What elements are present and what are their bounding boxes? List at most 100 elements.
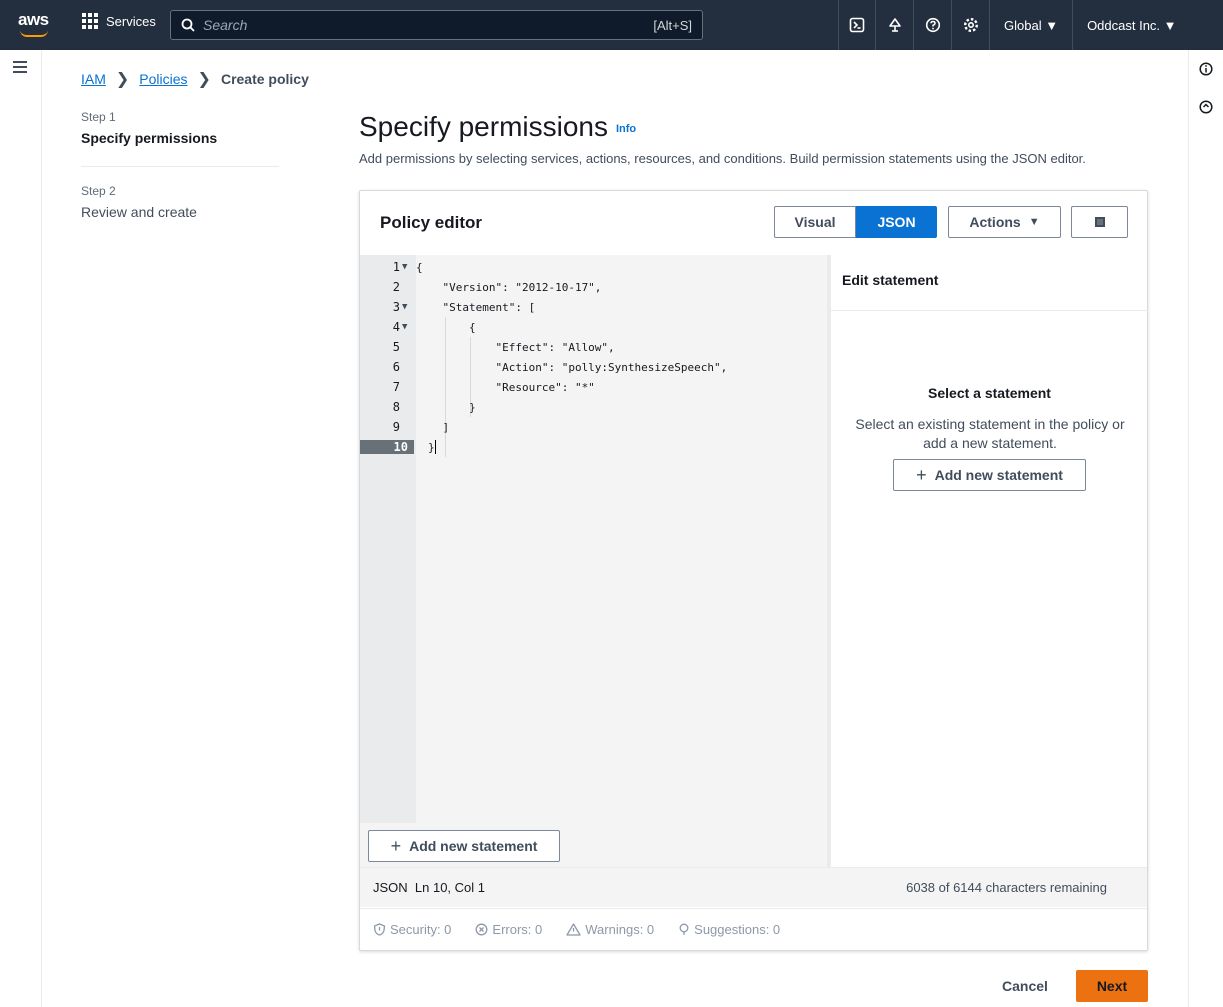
code-text: {	[416, 320, 476, 334]
text-cursor	[434, 440, 436, 454]
search-icon	[181, 18, 195, 32]
json-code-editor[interactable]: 1 ▼{2 "Version": "2012-10-17", 3 ▼ "Stateme…	[360, 255, 827, 867]
line-number: 5	[392, 340, 400, 354]
cancel-button[interactable]: Cancel	[990, 970, 1060, 1002]
line-number: 9	[392, 420, 400, 434]
select-statement-description: Select an existing statement in the poli…	[855, 416, 1125, 451]
fold-toggle-icon[interactable]: ▼	[402, 322, 414, 332]
add-statement-label: Add new statement	[409, 838, 538, 854]
policy-editor-title: Policy editor	[380, 213, 483, 232]
warning-icon	[566, 923, 581, 936]
cloudshell-button[interactable]	[838, 0, 876, 50]
top-navigation: aws Services Search [Alt+S] Global ▼ Odd…	[0, 0, 1223, 50]
add-statement-button[interactable]: + Add new statement	[368, 830, 560, 862]
settings-button[interactable]	[952, 0, 990, 50]
policy-editor-panel: Policy editor Visual JSON Actions ▼ 1 ▼{2…	[359, 190, 1148, 951]
breadcrumb-current: Create policy	[220, 71, 309, 87]
code-line[interactable]: 10}	[360, 437, 827, 457]
aws-logo[interactable]: aws	[18, 10, 52, 38]
line-number: 2	[392, 280, 400, 294]
line-number: 8	[392, 400, 400, 414]
code-line[interactable]: 8 }	[360, 397, 827, 417]
wizard-step-1: Step 1 Specify permissions	[81, 110, 217, 146]
code-text: "Version": "2012-10-17",	[416, 280, 602, 294]
breadcrumb-chevron-icon: ❯	[197, 71, 211, 88]
code-line[interactable]: 7 "Resource": "*"	[360, 377, 827, 397]
code-line[interactable]: 5 "Effect": "Allow",	[360, 337, 827, 357]
code-text: ]	[416, 420, 450, 434]
breadcrumb-policies[interactable]: Policies	[139, 71, 187, 87]
suggestion-findings[interactable]: Suggestions: 0	[678, 922, 780, 937]
page-description: Add permissions by selecting services, a…	[359, 151, 1086, 166]
line-number: 3	[392, 300, 400, 314]
step-divider	[81, 166, 279, 167]
bell-icon	[888, 18, 901, 32]
line-number: 6	[392, 360, 400, 374]
menu-icon[interactable]	[13, 61, 27, 76]
code-text: "Statement": [	[416, 300, 536, 314]
line-number: 7	[392, 380, 400, 394]
visual-mode-button[interactable]: Visual	[774, 206, 856, 238]
services-menu-button[interactable]: Services	[82, 13, 156, 29]
error-findings[interactable]: Errors: 0	[475, 922, 542, 937]
characters-remaining: 6038 of 6144 characters remaining	[906, 880, 1107, 895]
line-number: 1	[392, 260, 400, 274]
help-button[interactable]	[914, 0, 952, 50]
code-text: "Resource": "*"	[416, 380, 595, 394]
security-count: Security: 0	[390, 922, 452, 937]
info-panel-icon[interactable]	[1199, 62, 1213, 76]
code-line[interactable]: 2 "Version": "2012-10-17",	[360, 277, 827, 297]
fold-toggle-icon[interactable]: ▼	[402, 302, 414, 312]
json-mode-button[interactable]: JSON	[856, 206, 937, 238]
page-title: Specify permissions Info	[359, 111, 636, 143]
caret-down-icon: ▼	[1028, 216, 1040, 228]
fullscreen-button[interactable]	[1071, 206, 1128, 238]
fullscreen-icon	[1094, 217, 1105, 227]
feedback-icon[interactable]	[1199, 100, 1213, 114]
fold-toggle-icon[interactable]: ▼	[402, 262, 414, 272]
region-selector[interactable]: Global ▼	[990, 0, 1074, 50]
code-text: }	[428, 440, 435, 454]
code-text: {	[416, 260, 423, 274]
step-number: Step 2	[81, 184, 116, 198]
edit-statement-pane: Edit statement Select a statement Select…	[831, 255, 1148, 867]
warning-count: Warnings: 0	[585, 922, 655, 937]
step-number: Step 1	[81, 110, 116, 124]
code-text: }	[416, 400, 476, 414]
code-text: "Effect": "Allow",	[416, 340, 615, 354]
actions-label: Actions	[969, 214, 1021, 230]
shield-icon	[373, 923, 386, 936]
next-button[interactable]: Next	[1076, 970, 1148, 1002]
line-number: 4	[392, 320, 400, 334]
search-shortcut-hint: [Alt+S]	[653, 17, 692, 33]
editor-mode-toggle: Visual JSON	[774, 206, 937, 238]
aws-smile-icon	[20, 30, 48, 37]
actions-dropdown[interactable]: Actions ▼	[948, 206, 1061, 238]
help-panel-rail	[1188, 50, 1223, 1007]
editor-status-bar: JSON Ln 10, Col 1 6038 of 6144 character…	[360, 867, 1147, 907]
code-line[interactable]: 1 ▼{	[360, 257, 827, 277]
code-line[interactable]: 3 ▼ "Statement": [	[360, 297, 827, 317]
code-line[interactable]: 9 ]	[360, 417, 827, 437]
search-input[interactable]: Search [Alt+S]	[170, 10, 703, 40]
breadcrumb-chevron-icon: ❯	[115, 71, 130, 88]
cloudshell-icon	[849, 17, 865, 33]
step-title: Review and create	[81, 204, 197, 220]
code-line[interactable]: 4 ▼ {	[360, 317, 827, 337]
search-placeholder: Search	[203, 17, 248, 33]
security-findings[interactable]: Security: 0	[373, 922, 451, 937]
gear-icon	[963, 17, 978, 33]
add-statement-label: Add new statement	[934, 467, 1063, 483]
error-icon	[475, 923, 488, 936]
services-label: Services	[106, 13, 156, 29]
breadcrumb-iam[interactable]: IAM	[81, 71, 106, 87]
lightbulb-icon	[679, 923, 689, 935]
add-new-statement-button[interactable]: + Add new statement	[893, 459, 1086, 491]
breadcrumb: IAM ❯ Policies ❯ Create policy	[81, 69, 309, 89]
account-menu[interactable]: Oddcast Inc. ▼	[1073, 0, 1190, 50]
warning-findings[interactable]: Warnings: 0	[566, 922, 654, 937]
notifications-button[interactable]	[876, 0, 914, 50]
select-statement-title: Select a statement	[928, 385, 1051, 401]
info-link[interactable]: Info	[616, 123, 636, 135]
code-line[interactable]: 6 "Action": "polly:SynthesizeSpeech",	[360, 357, 827, 377]
